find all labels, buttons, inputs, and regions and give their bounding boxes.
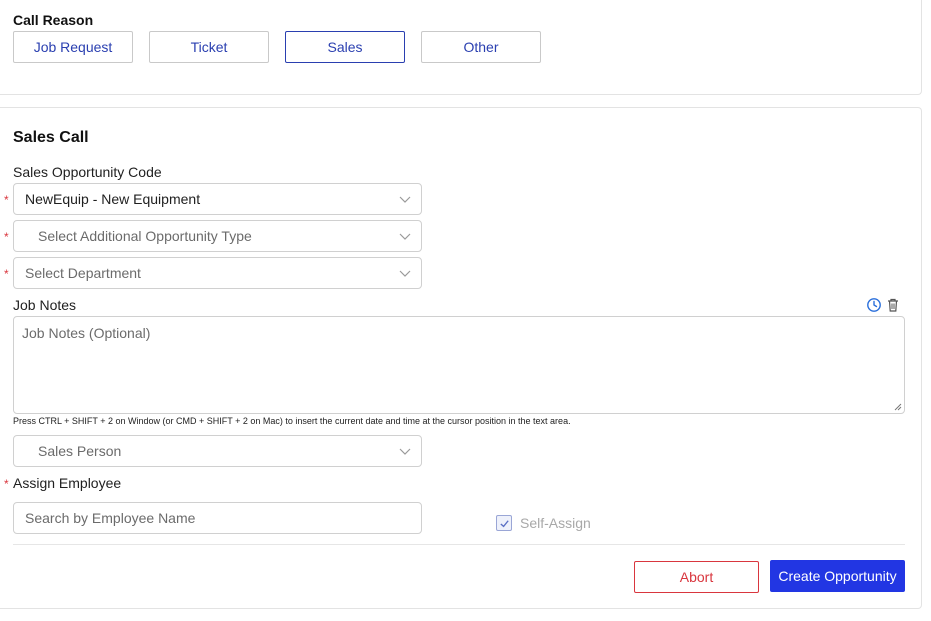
divider [13,544,905,545]
chevron-down-icon [399,233,411,240]
opportunity-code-label: Sales Opportunity Code [13,164,162,180]
job-notes-placeholder: Job Notes (Optional) [22,325,151,341]
required-marker: * [4,477,9,491]
department-select[interactable]: Select Department [13,257,422,289]
reason-job-request-button[interactable]: Job Request [13,31,133,63]
chevron-down-icon [399,270,411,277]
job-notes-textarea[interactable]: Job Notes (Optional) [13,316,905,414]
reason-sales-button[interactable]: Sales [285,31,405,63]
required-marker: * [4,230,9,244]
self-assign-label: Self-Assign [520,515,591,531]
check-icon [499,519,509,527]
chevron-down-icon [399,196,411,203]
sales-call-title: Sales Call [13,129,89,146]
required-marker: * [4,193,9,207]
clock-icon[interactable] [866,297,882,313]
additional-opportunity-type-placeholder: Select Additional Opportunity Type [38,228,252,244]
reason-other-button[interactable]: Other [421,31,541,63]
resize-handle-icon[interactable] [894,403,902,411]
assign-employee-label: Assign Employee [13,475,122,491]
create-opportunity-button[interactable]: Create Opportunity [770,560,905,592]
opportunity-code-value: NewEquip - New Equipment [25,191,201,207]
employee-search-input[interactable]: Search by Employee Name [13,502,422,534]
reason-ticket-button[interactable]: Ticket [149,31,269,63]
trash-icon[interactable] [885,297,901,313]
additional-opportunity-type-select[interactable]: Select Additional Opportunity Type [13,220,422,252]
employee-search-placeholder: Search by Employee Name [25,510,196,526]
department-placeholder: Select Department [25,265,141,281]
self-assign-checkbox[interactable] [496,515,512,531]
call-reason-label: Call Reason [13,12,94,28]
sales-person-select[interactable]: Sales Person [13,435,422,467]
required-marker: * [4,267,9,281]
abort-button[interactable]: Abort [634,561,759,593]
opportunity-code-select[interactable]: NewEquip - New Equipment [13,183,422,215]
sales-person-placeholder: Sales Person [38,443,122,459]
chevron-down-icon [399,448,411,455]
shortcut-hint: Press CTRL + SHIFT + 2 on Window (or CMD… [13,416,571,426]
job-notes-label: Job Notes [13,297,77,313]
